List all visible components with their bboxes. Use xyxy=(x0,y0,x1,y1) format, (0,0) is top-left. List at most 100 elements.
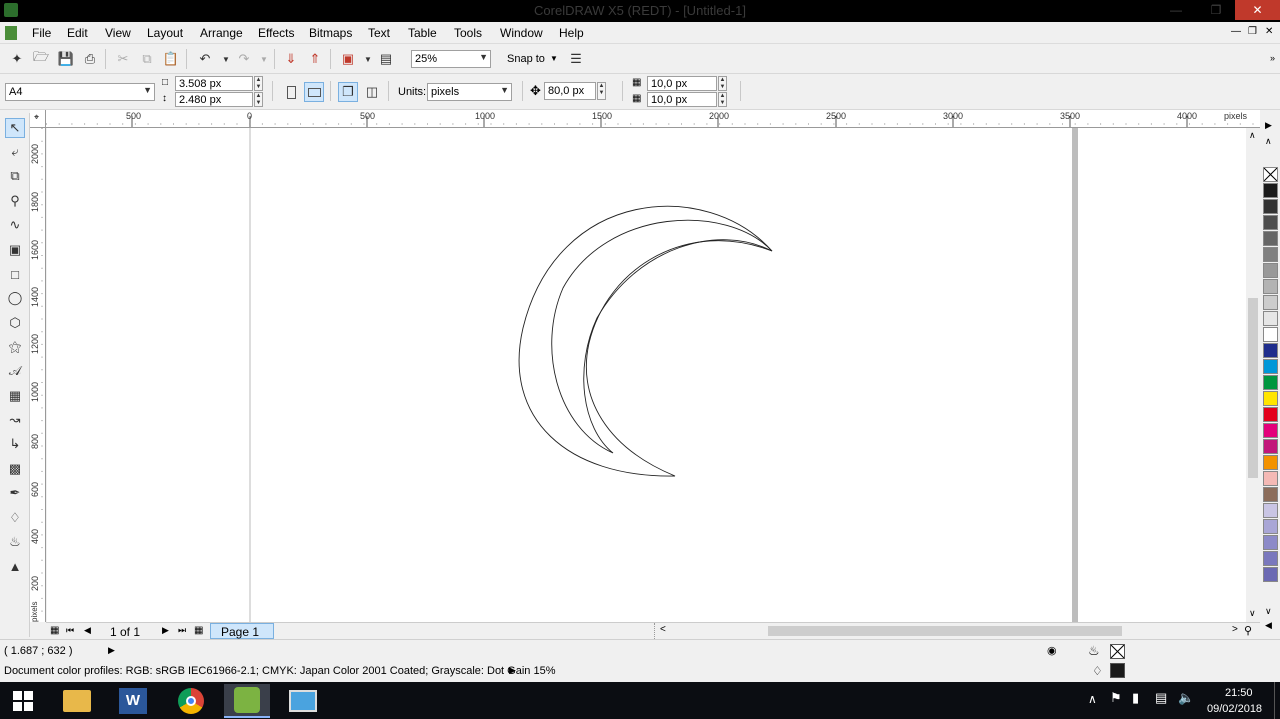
doc-icon[interactable] xyxy=(5,26,17,40)
start-button[interactable] xyxy=(0,684,46,718)
export-icon[interactable]: ⇑ xyxy=(305,49,325,69)
doc-close-button[interactable]: ✕ xyxy=(1265,26,1273,37)
color-swatch[interactable] xyxy=(1263,231,1278,246)
open-folder-icon[interactable]: 🗁 xyxy=(31,49,51,69)
paste-icon[interactable]: 📋 xyxy=(161,49,181,69)
vertical-scrollbar[interactable]: ∧ ∨ xyxy=(1246,128,1260,622)
undo-dropdown-icon[interactable]: ▼ xyxy=(216,49,236,69)
color-swatch[interactable] xyxy=(1263,407,1278,422)
interactive-fill-tool-icon[interactable]: ▲ xyxy=(5,556,25,576)
import-icon[interactable]: ⇓ xyxy=(281,49,301,69)
color-swatch[interactable] xyxy=(1263,263,1278,278)
menu-help[interactable]: Help xyxy=(559,26,584,40)
zoom-tool-icon[interactable]: ⚲ xyxy=(5,191,25,211)
current-page-icon[interactable]: ◫ xyxy=(362,82,382,102)
redo-icon[interactable]: ↷ xyxy=(234,49,254,69)
application-launcher-dropdown-icon[interactable]: ▼ xyxy=(358,49,378,69)
color-swatch[interactable] xyxy=(1263,327,1278,342)
duplicate-y-field[interactable]: 10,0 px xyxy=(647,92,717,107)
previous-page-icon[interactable]: ◀ xyxy=(84,625,91,636)
print-icon[interactable]: ⎙ xyxy=(80,49,100,69)
color-swatch[interactable] xyxy=(1263,567,1278,582)
palette-expand-icon[interactable]: ◀ xyxy=(1265,620,1272,631)
snap-to-label[interactable]: Snap to xyxy=(507,53,545,65)
scroll-up-icon[interactable]: ∧ xyxy=(1249,130,1256,141)
color-swatch[interactable] xyxy=(1263,503,1278,518)
outline-pen-tool-icon[interactable]: ♢ xyxy=(5,508,25,528)
menu-effects[interactable]: Effects xyxy=(258,26,294,40)
height-spinner[interactable]: ▲ ▼ xyxy=(254,92,263,107)
color-swatch[interactable] xyxy=(1263,471,1278,486)
tray-up-icon[interactable]: ∧ xyxy=(1088,692,1097,706)
crop-tool-icon[interactable]: ⧉ xyxy=(5,166,25,186)
horizontal-ruler[interactable]: 500 0 500 1000 1500 2000 2500 3000 3500 … xyxy=(46,110,1260,128)
units-select[interactable]: pixels ▼ xyxy=(427,83,512,101)
horizontal-scroll-thumb[interactable] xyxy=(768,626,1122,636)
color-swatch[interactable] xyxy=(1263,375,1278,390)
landscape-icon[interactable] xyxy=(304,82,324,102)
shape-tool-icon[interactable]: ⤶ xyxy=(5,142,25,162)
welcome-screen-icon[interactable]: ▤ xyxy=(376,49,396,69)
doc-restore-button[interactable]: ❐ xyxy=(1248,26,1257,37)
page-size-select[interactable]: A4 ▼ xyxy=(5,83,155,101)
menu-arrange[interactable]: Arrange xyxy=(200,26,243,40)
color-swatch[interactable] xyxy=(1263,551,1278,566)
color-profiles-arrow-icon[interactable]: ▶ xyxy=(509,665,516,676)
minimize-button[interactable]: — xyxy=(1162,0,1190,20)
scroll-down-icon[interactable]: ∨ xyxy=(1249,608,1256,619)
crescent-outer-shape[interactable] xyxy=(518,205,773,477)
table-tool-icon[interactable]: ▦ xyxy=(5,386,25,406)
text-tool-icon[interactable]: 𝒜 xyxy=(5,361,25,381)
expand-arrow-icon[interactable]: ▶ xyxy=(108,645,115,656)
scroll-left-icon[interactable]: < xyxy=(660,624,666,635)
menu-tools[interactable]: Tools xyxy=(454,26,482,40)
crescent-inner-shape[interactable] xyxy=(551,219,773,454)
dimension-tool-icon[interactable]: ↝ xyxy=(5,410,25,430)
duplicate-x-field[interactable]: 10,0 px xyxy=(647,76,717,91)
restore-button[interactable]: ❐ xyxy=(1202,0,1230,20)
vertical-scroll-thumb[interactable] xyxy=(1248,298,1258,478)
toolbar-overflow-icon[interactable]: » xyxy=(1270,53,1275,63)
taskbar-coreldraw[interactable] xyxy=(224,684,270,718)
action-flag-icon[interactable]: ⚑ xyxy=(1110,690,1122,706)
fill-swatch[interactable] xyxy=(1110,644,1125,659)
menu-layout[interactable]: Layout xyxy=(147,26,183,40)
pick-tool-icon[interactable]: ↖ xyxy=(5,118,25,138)
redo-dropdown-icon[interactable]: ▼ xyxy=(254,49,274,69)
page-height-field[interactable]: 2.480 px xyxy=(175,92,253,107)
color-swatch[interactable] xyxy=(1263,519,1278,534)
color-swatch[interactable] xyxy=(1263,183,1278,198)
color-swatch[interactable] xyxy=(1263,535,1278,550)
color-swatch[interactable] xyxy=(1263,487,1278,502)
add-page-before-icon[interactable]: ▦ xyxy=(50,625,59,636)
menu-text[interactable]: Text xyxy=(368,26,390,40)
menu-bitmaps[interactable]: Bitmaps xyxy=(309,26,352,40)
new-document-icon[interactable]: ✦ xyxy=(7,49,27,69)
vertical-ruler[interactable]: 2000 1800 1600 1400 1200 1000 800 600 40… xyxy=(30,128,46,622)
menu-edit[interactable]: Edit xyxy=(67,26,88,40)
page-width-field[interactable]: 3.508 px xyxy=(175,76,253,91)
menu-table[interactable]: Table xyxy=(408,26,437,40)
color-swatch[interactable] xyxy=(1263,423,1278,438)
no-color-swatch[interactable] xyxy=(1263,167,1278,182)
ruler-origin[interactable]: ⌖ xyxy=(30,110,46,128)
polygon-tool-icon[interactable]: ⬡ xyxy=(5,313,25,333)
outline-swatch[interactable] xyxy=(1110,663,1125,678)
color-swatch[interactable] xyxy=(1263,343,1278,358)
color-swatch[interactable] xyxy=(1263,359,1278,374)
publish-pdf-icon[interactable]: ▣ xyxy=(338,49,358,69)
color-swatch[interactable] xyxy=(1263,279,1278,294)
color-swatch[interactable] xyxy=(1263,247,1278,262)
freehand-tool-icon[interactable]: ∿ xyxy=(5,215,25,235)
zoom-one-shot-icon[interactable]: ⚲ xyxy=(1244,624,1252,637)
width-spinner[interactable]: ▲ ▼ xyxy=(254,76,263,91)
color-swatch[interactable] xyxy=(1263,455,1278,470)
scroll-right-icon[interactable]: > xyxy=(1232,624,1238,635)
all-pages-icon[interactable]: ❐ xyxy=(338,82,358,102)
duplicate-x-spinner[interactable]: ▲ ▼ xyxy=(718,76,727,91)
color-swatch[interactable] xyxy=(1263,199,1278,214)
nudge-spinner[interactable]: ▲ ▼ xyxy=(597,82,606,100)
rectangle-tool-icon[interactable]: □ xyxy=(5,264,25,284)
eyedropper-tool-icon[interactable]: ✒ xyxy=(5,483,25,503)
color-swatch[interactable] xyxy=(1263,295,1278,310)
